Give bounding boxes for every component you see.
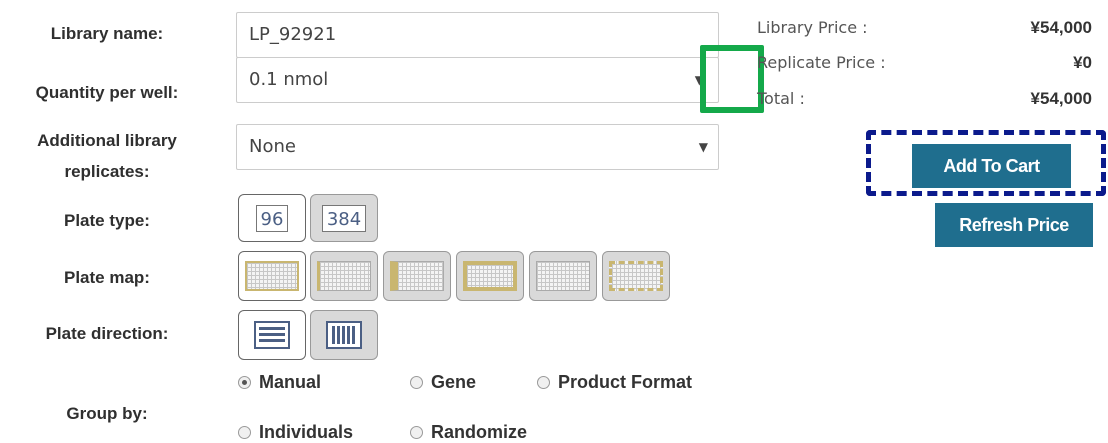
plate-type-384-button[interactable]: 384 [310, 194, 378, 242]
group-by-gene-label: Gene [431, 372, 477, 392]
total-label: Total : [757, 89, 805, 108]
plate-map-grid-icon [536, 261, 590, 291]
replicate-price-row: Replicate Price : ¥0 [757, 53, 1092, 73]
replicates-value: None [249, 136, 296, 157]
radio-icon [410, 426, 423, 439]
plate-map-grid-icon [245, 261, 299, 291]
library-name-value: LP_92921 [249, 24, 337, 45]
group-by-product-format-radio[interactable]: Product Format [537, 372, 692, 393]
plate-map-grid-icon [317, 261, 371, 291]
vertical-lines-icon [326, 321, 362, 349]
plate-direction-vertical-button[interactable] [310, 310, 378, 360]
group-by-product-format-label: Product Format [558, 372, 693, 392]
replicate-price-value: ¥0 [1073, 53, 1092, 72]
plate-map-label: Plate map: [64, 268, 150, 287]
plate-type-label: Plate type: [64, 211, 150, 230]
replicates-select[interactable]: None ▼ [236, 124, 719, 170]
refresh-price-button[interactable]: Refresh Price [935, 203, 1093, 247]
plate-direction-label: Plate direction: [45, 324, 169, 343]
quantity-value: 0.1 nmol [249, 69, 329, 90]
horizontal-lines-icon [254, 321, 290, 349]
library-price-label: Library Price : [757, 18, 868, 37]
plate-map-grid-icon [390, 261, 444, 291]
plate-map-option-3[interactable] [383, 251, 451, 301]
plate-map-grid-icon [609, 261, 663, 291]
radio-icon [238, 426, 251, 439]
group-by-manual-radio[interactable]: Manual [238, 372, 321, 393]
group-by-label: Group by: [66, 404, 148, 423]
radio-icon [537, 376, 550, 389]
library-name-label: Library name: [50, 24, 164, 43]
plate-direction-horizontal-button[interactable] [238, 310, 306, 360]
plate-map-option-1[interactable] [238, 251, 306, 301]
radio-selected-icon [238, 376, 251, 389]
library-name-input[interactable]: LP_92921 [236, 12, 719, 58]
plate-type-96-button[interactable]: 96 [238, 194, 306, 242]
plate-map-option-4[interactable] [456, 251, 524, 301]
plate-map-option-2[interactable] [310, 251, 378, 301]
chevron-down-icon: ▼ [698, 140, 708, 154]
total-value: ¥54,000 [1030, 89, 1092, 108]
group-by-manual-label: Manual [259, 372, 322, 392]
total-row: Total : ¥54,000 [757, 89, 1092, 109]
plate-type-384-label: 384 [321, 204, 367, 232]
replicates-label-line2: replicates: [64, 162, 150, 181]
plate-map-option-6[interactable] [602, 251, 670, 301]
add-to-cart-button[interactable]: Add To Cart [912, 144, 1071, 188]
plate-map-option-5[interactable] [529, 251, 597, 301]
library-price-value: ¥54,000 [1030, 18, 1092, 37]
quantity-per-well-select[interactable]: 0.1 nmol ▼ [236, 57, 719, 103]
plate-type-96-label: 96 [255, 204, 289, 232]
group-by-gene-radio[interactable]: Gene [410, 372, 476, 393]
plate-map-grid-icon [463, 261, 517, 291]
caret-highlight-box [700, 45, 764, 113]
radio-icon [410, 376, 423, 389]
replicates-label-line1: Additional library [37, 131, 177, 150]
replicate-price-label: Replicate Price : [757, 53, 886, 72]
library-price-row: Library Price : ¥54,000 [757, 18, 1092, 38]
quantity-per-well-label: Quantity per well: [35, 83, 179, 102]
